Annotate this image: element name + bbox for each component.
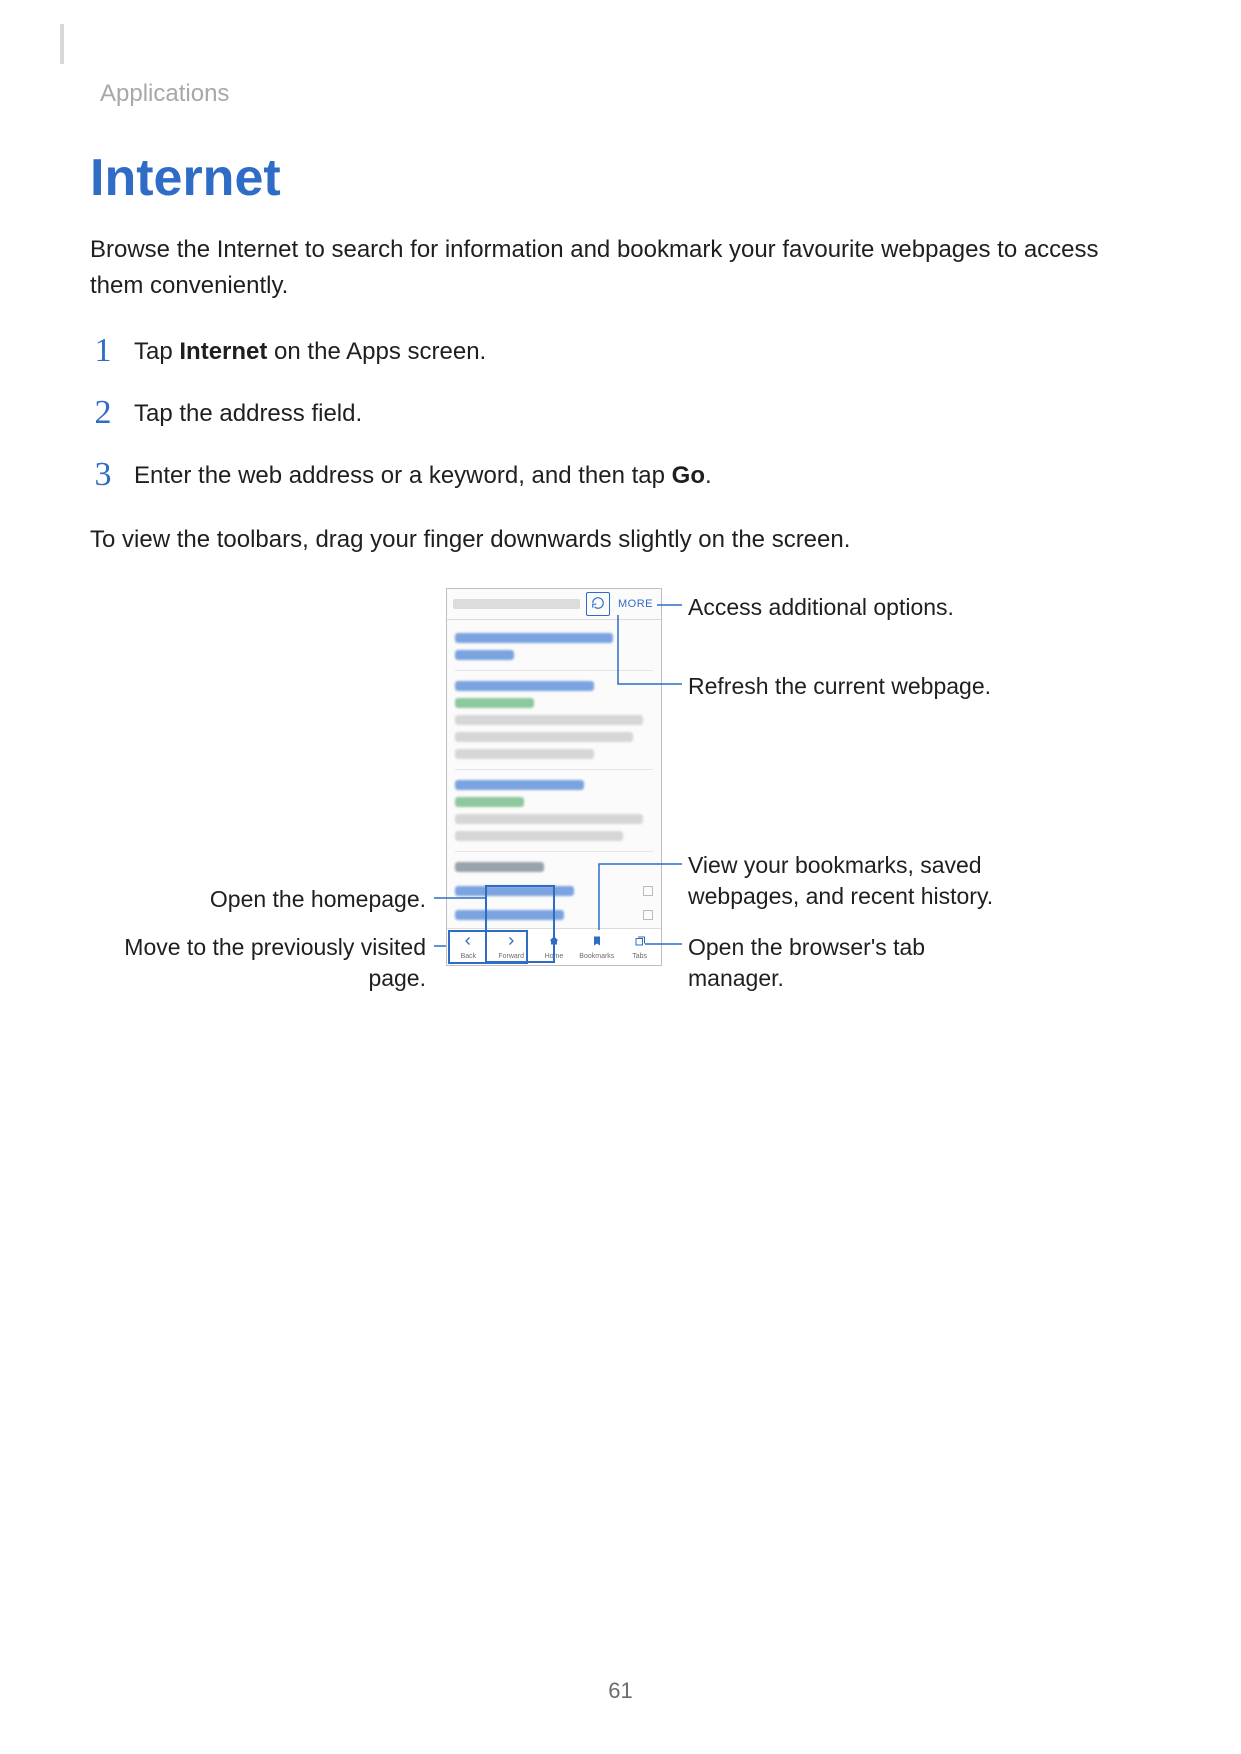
callout-bookmarks: View your bookmarks, saved webpages, and… [688, 850, 1008, 912]
callout-back: Move to the previously visited page. [110, 932, 426, 994]
step-number: 1 [90, 334, 116, 368]
step-3: 3 Enter the web address or a keyword, an… [90, 458, 1151, 492]
callout-refresh: Refresh the current webpage. [688, 671, 991, 702]
step-text: Tap the address field. [134, 396, 362, 430]
page-title: Internet [90, 148, 1151, 208]
home-icon [548, 934, 560, 952]
step-list: 1 Tap Internet on the Apps screen. 2 Tap… [90, 334, 1151, 492]
tabs-icon [634, 934, 646, 952]
refresh-button[interactable] [586, 592, 610, 616]
phone-screenshot: MORE [446, 588, 662, 966]
step-number: 2 [90, 396, 116, 430]
step-text: Tap Internet on the Apps screen. [134, 334, 486, 368]
bookmark-icon [591, 934, 603, 952]
left-rule [60, 24, 64, 64]
intro-text: Browse the Internet to search for inform… [90, 232, 1151, 304]
figure: MORE [90, 588, 1150, 1008]
back-button[interactable]: Back [447, 929, 490, 965]
address-bar[interactable] [453, 599, 580, 609]
browser-toolbar: Back Forward Home Bookmarks Tabs [447, 928, 661, 965]
callout-tabs: Open the browser's tab manager. [688, 932, 1008, 994]
refresh-icon [591, 596, 605, 613]
callout-home: Open the homepage. [110, 884, 426, 915]
more-button[interactable]: MORE [616, 594, 655, 614]
step-2: 2 Tap the address field. [90, 396, 1151, 430]
browser-topbar: MORE [447, 589, 661, 620]
page-content-preview [447, 620, 661, 933]
tabs-button[interactable]: Tabs [618, 929, 661, 965]
forward-button[interactable]: Forward [490, 929, 533, 965]
step-text: Enter the web address or a keyword, and … [134, 458, 712, 492]
breadcrumb: Applications [100, 80, 1151, 108]
chevron-right-icon [505, 934, 517, 952]
callout-more: Access additional options. [688, 592, 954, 623]
step-number: 3 [90, 458, 116, 492]
chevron-left-icon [462, 934, 474, 952]
page-number: 61 [0, 1678, 1241, 1704]
bookmarks-button[interactable]: Bookmarks [575, 929, 618, 965]
step-1: 1 Tap Internet on the Apps screen. [90, 334, 1151, 368]
note-text: To view the toolbars, drag your finger d… [90, 522, 1151, 558]
home-button[interactable]: Home [533, 929, 576, 965]
